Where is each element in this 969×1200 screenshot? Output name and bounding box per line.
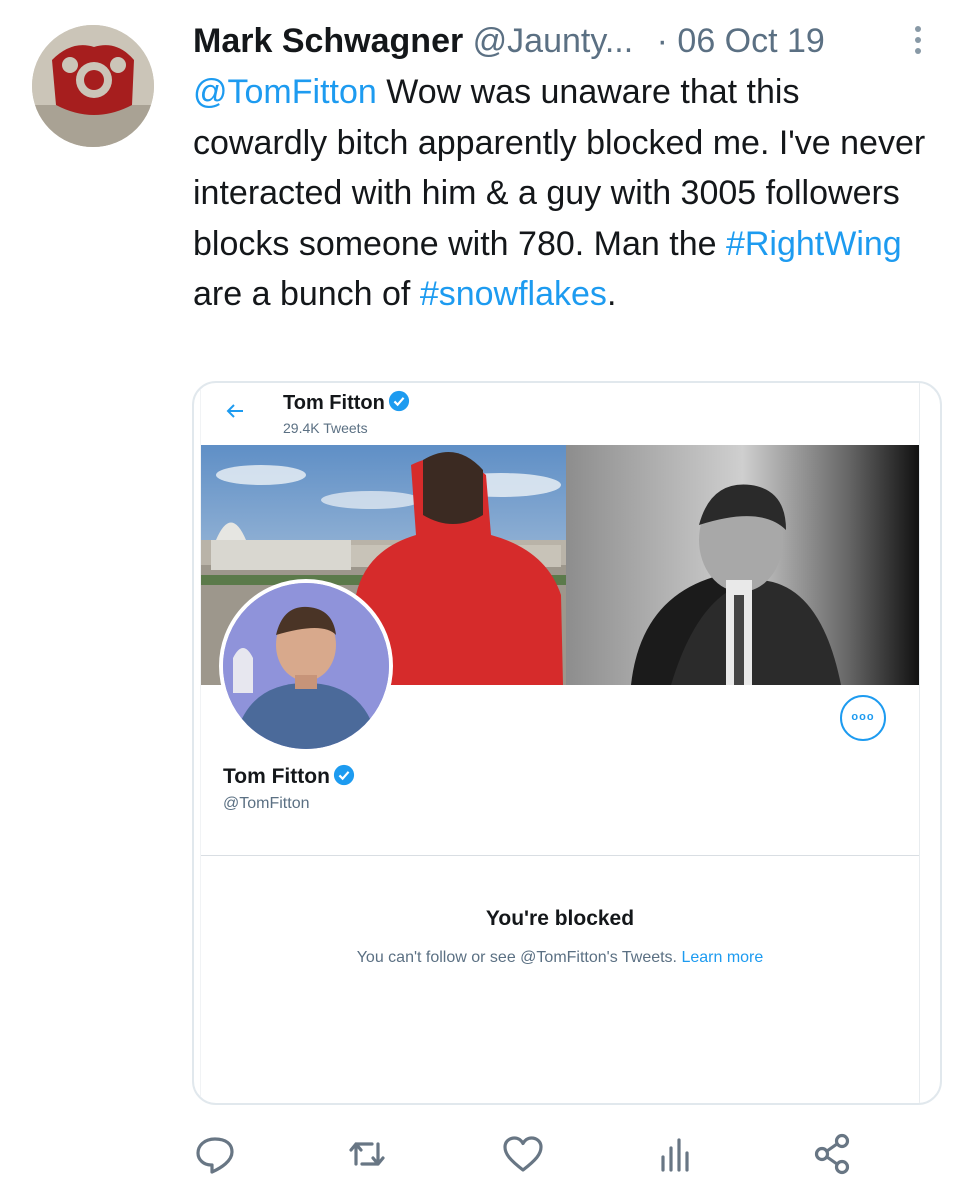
divider xyxy=(201,855,919,856)
profile-handle: @TomFitton xyxy=(223,795,310,812)
avatar-image xyxy=(32,25,154,147)
back-arrow-icon xyxy=(226,404,243,418)
profile-top-name: Tom Fitton xyxy=(283,389,410,417)
verified-badge-icon xyxy=(388,390,409,412)
analytics-icon[interactable] xyxy=(652,1130,702,1178)
profile-more-button[interactable]: ooo xyxy=(840,695,886,741)
profile-name: Tom Fitton xyxy=(223,763,355,791)
author-handle[interactable]: @Jaunty... xyxy=(473,22,634,60)
retweet-icon[interactable] xyxy=(342,1130,392,1178)
tweet-date[interactable]: 06 Oct 19 xyxy=(677,22,824,60)
blocked-message-text: You can't follow or see @TomFitton's Twe… xyxy=(356,949,677,966)
author-name[interactable]: Mark Schwagner xyxy=(193,22,463,60)
tweet-header: Mark Schwagner @Jaunty... · 06 Oct 19 xyxy=(193,19,923,63)
mention-link[interactable]: @TomFitton xyxy=(193,73,377,111)
learn-more-link[interactable]: Learn more xyxy=(681,949,763,966)
tweet-count: 29.4K Tweets xyxy=(283,420,368,436)
reply-icon[interactable] xyxy=(190,1130,240,1178)
profile-screenshot: Tom Fitton 29.4K Tweets ooo Tom Fitton @… xyxy=(200,383,920,1103)
verified-badge-icon xyxy=(333,764,355,786)
blocked-message: You can't follow or see @TomFitton's Twe… xyxy=(201,947,919,969)
tweet-date-separator: · xyxy=(656,22,668,60)
profile-avatar[interactable] xyxy=(219,579,393,753)
tweet-action-bar xyxy=(190,1130,870,1180)
more-options-icon[interactable] xyxy=(900,22,936,62)
author-avatar[interactable] xyxy=(32,25,154,147)
tweet-text: @TomFitton Wow was unaware that this cow… xyxy=(193,67,933,320)
hashtag-rightwing[interactable]: #RightWing xyxy=(726,225,902,263)
heart-icon[interactable] xyxy=(498,1130,548,1178)
hashtag-snowflakes[interactable]: #snowflakes xyxy=(420,275,607,313)
tweet-text-part2: are a bunch of xyxy=(193,275,420,313)
attached-image[interactable]: Tom Fitton 29.4K Tweets ooo Tom Fitton @… xyxy=(192,381,942,1105)
blocked-title: You're blocked xyxy=(485,907,635,930)
share-icon[interactable] xyxy=(808,1130,858,1178)
profile-more-icon: ooo xyxy=(851,711,875,723)
tweet-text-part3: . xyxy=(606,275,617,313)
